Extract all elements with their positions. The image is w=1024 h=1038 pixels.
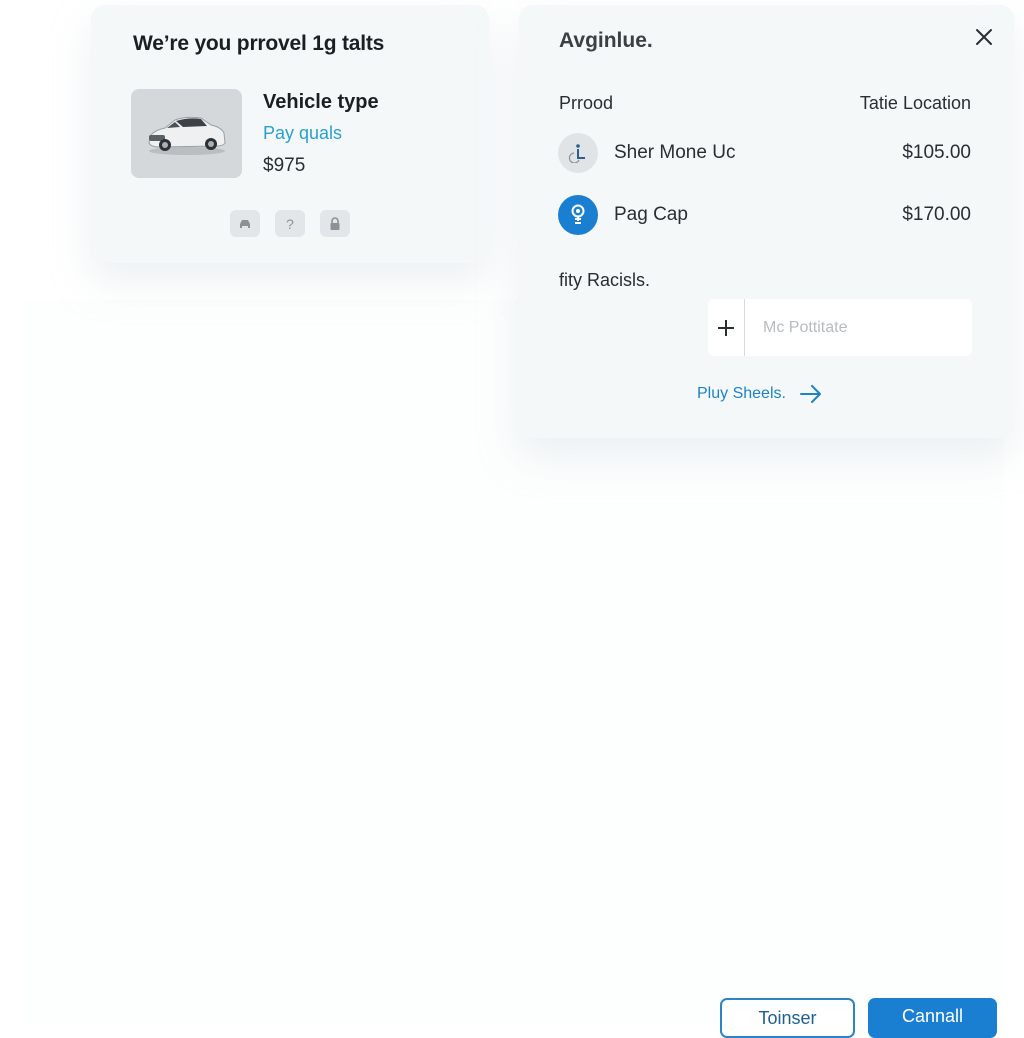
vehicle-action-icons: ? bbox=[230, 210, 350, 237]
close-button[interactable] bbox=[970, 23, 998, 51]
action-link[interactable]: Pluy Sheels. bbox=[697, 385, 822, 403]
list-item[interactable]: Pag Cap $170.00 bbox=[558, 194, 971, 236]
location-pin-icon bbox=[558, 195, 598, 235]
text-input[interactable] bbox=[745, 299, 972, 356]
column-header-product: Prrood bbox=[559, 93, 614, 113]
primary-button[interactable]: Cannall bbox=[868, 998, 997, 1038]
item-name: Sher Mone Uc bbox=[614, 142, 736, 163]
item-name: Pag Cap bbox=[614, 204, 688, 225]
vehicle-type-heading: Vehicle type bbox=[263, 91, 379, 113]
add-input-group bbox=[708, 299, 972, 356]
panel-title: Avginlue. bbox=[559, 29, 653, 52]
detail-panel: Avginlue. Prrood Tatie Location Sher Mon… bbox=[519, 5, 1014, 438]
car-icon bbox=[148, 116, 226, 155]
vehicle-price: $975 bbox=[263, 155, 306, 176]
plus-icon bbox=[718, 319, 734, 336]
vehicle-link[interactable]: Pay quals bbox=[263, 123, 342, 144]
car-image bbox=[131, 89, 242, 178]
vehicle-card: We’re you prrovel 1g talts Vehicle type … bbox=[91, 5, 489, 263]
list-item[interactable]: Sher Mone Uc $105.00 bbox=[558, 132, 971, 174]
vehicle-card-title: We’re you prrovel 1g talts bbox=[133, 32, 385, 55]
secondary-button[interactable]: Toinser bbox=[720, 998, 855, 1038]
arrow-right-icon bbox=[799, 385, 821, 403]
add-button[interactable] bbox=[708, 299, 745, 356]
close-icon bbox=[976, 29, 992, 45]
item-amount: $105.00 bbox=[902, 142, 971, 163]
help-icon[interactable]: ? bbox=[275, 210, 305, 237]
item-amount: $170.00 bbox=[902, 204, 971, 225]
car-icon[interactable] bbox=[230, 210, 260, 237]
accessibility-icon bbox=[558, 133, 598, 173]
action-link-label: Pluy Sheels. bbox=[697, 385, 786, 402]
lock-icon[interactable] bbox=[320, 210, 350, 237]
section-label: fity Racisls. bbox=[559, 270, 651, 290]
column-header-location: Tatie Location bbox=[859, 93, 971, 113]
